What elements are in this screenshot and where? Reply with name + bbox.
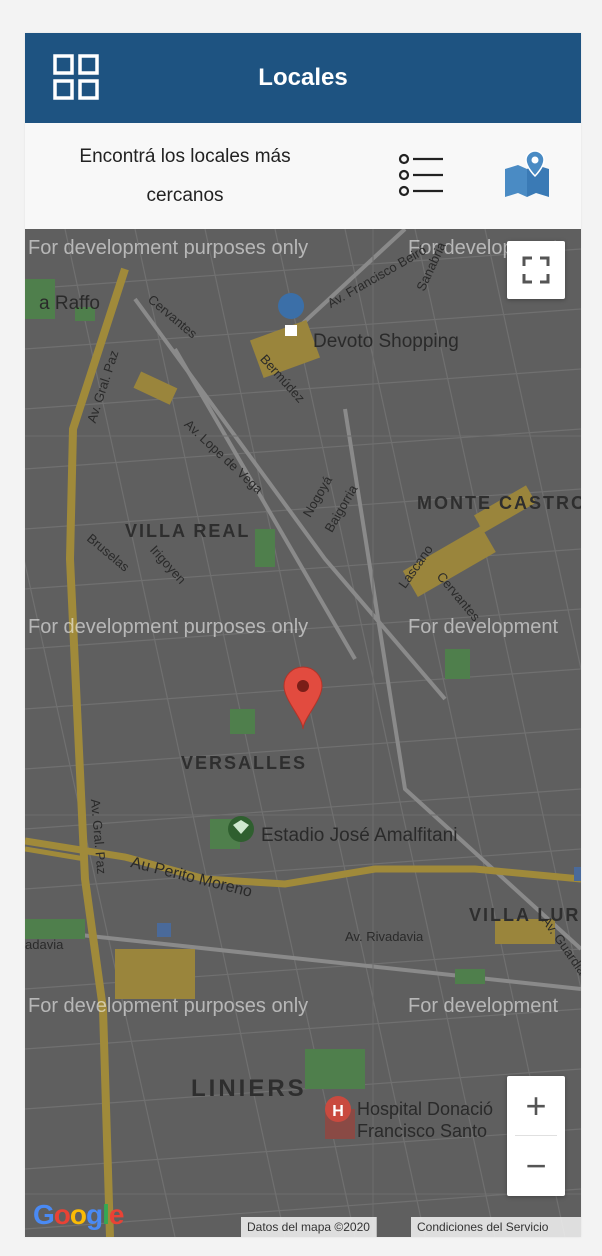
map-view-icon bbox=[505, 150, 549, 197]
zoom-in-button[interactable]: + bbox=[507, 1076, 565, 1135]
terms-link[interactable]: Condiciones del Servicio bbox=[411, 1217, 581, 1237]
locales-description: Encontrá los locales más cercanos bbox=[79, 146, 291, 206]
street-label: a Raffo bbox=[39, 293, 100, 314]
zoom-control: + − bbox=[507, 1076, 565, 1196]
view-toggle-bar: Encontrá los locales más cercanos bbox=[25, 123, 581, 230]
poi-label: Francisco Santo bbox=[357, 1121, 488, 1141]
stadium-poi-icon bbox=[228, 816, 254, 842]
dev-watermark: For development purposes only bbox=[28, 237, 309, 259]
street-label: adavia bbox=[25, 937, 64, 952]
poi-label: Estadio José Amalfitani bbox=[261, 825, 458, 846]
app-header: Locales bbox=[25, 33, 581, 123]
street-label: Av. Rivadavia bbox=[345, 929, 424, 944]
google-logo[interactable]: Google bbox=[33, 1199, 124, 1231]
svg-text:H: H bbox=[332, 1103, 344, 1120]
dev-watermark: For development bbox=[408, 995, 559, 1017]
dev-watermark: For development purposes only bbox=[28, 616, 309, 638]
poi-label: Devoto Shopping bbox=[313, 331, 459, 352]
map-view[interactable]: H For development purposes only For deve… bbox=[25, 229, 581, 1237]
neighborhood-label: VERSALLES bbox=[181, 753, 308, 773]
dev-watermark: For development purposes only bbox=[28, 995, 309, 1017]
map-view-button[interactable] bbox=[501, 149, 553, 201]
list-view-button[interactable] bbox=[397, 151, 445, 199]
neighborhood-label: LINIERS bbox=[191, 1075, 307, 1102]
neighborhood-label: MONTE CASTRO bbox=[417, 493, 581, 513]
fullscreen-button[interactable] bbox=[507, 241, 565, 299]
app-frame: Locales Encontrá los locales más cercano… bbox=[25, 33, 581, 1237]
hospital-poi-icon: H bbox=[325, 1096, 351, 1122]
poi-label: Hospital Donació bbox=[357, 1099, 494, 1119]
neighborhood-label: VILLA REAL bbox=[125, 521, 251, 541]
dev-watermark: For development bbox=[408, 616, 559, 638]
page-title: Locales bbox=[258, 64, 348, 91]
fullscreen-icon bbox=[522, 256, 550, 284]
map-data-attribution: Datos del mapa ©2020 bbox=[241, 1217, 377, 1237]
neighborhood-label: VILLA LURO bbox=[469, 905, 581, 925]
list-view-icon bbox=[398, 153, 443, 197]
zoom-out-button[interactable]: − bbox=[507, 1136, 565, 1196]
